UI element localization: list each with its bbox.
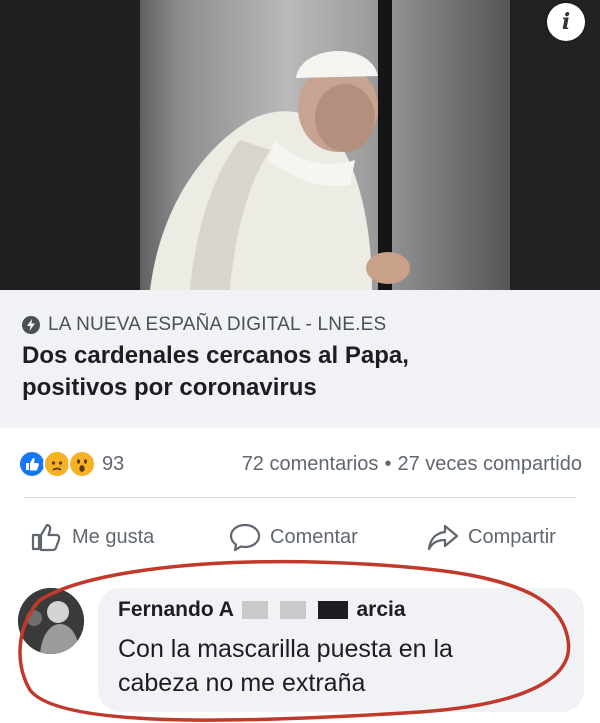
wow-reaction-icon [68,450,96,478]
lightning-bolt-icon [22,316,40,334]
pope-photo-illustration [0,0,600,290]
avatar-illustration [18,588,84,654]
comment-line-2: cabeza no me extraña [118,669,366,697]
stats-right: 72 comentarios • 27 veces compartido [242,453,582,476]
share-button[interactable]: Compartir [426,514,556,560]
redacted-block [317,601,348,620]
like-label: Me gusta [72,525,155,548]
reaction-icons[interactable] [18,447,104,481]
author-name-start: Fernando A [118,598,234,621]
shares-count[interactable]: 27 veces compartido [397,453,582,476]
thumbs-up-icon [31,523,61,552]
comment-line-1: Con la mascarilla puesta en la [118,635,453,663]
divider [24,497,576,498]
commenter-avatar[interactable] [18,588,84,654]
info-button[interactable]: i [547,3,585,41]
share-label: Compartir [468,525,556,548]
headline-line-1: Dos cardenales cercanos al Papa, [22,342,409,369]
post-photo[interactable]: i [0,0,600,290]
comment-author[interactable]: Fernando A arcia [118,598,406,622]
headline-line-2: positivos por coronavirus [22,374,317,401]
comment-bubble: Fernando A arcia Con la mascarilla puest… [98,588,584,712]
redacted-block [241,601,268,620]
author-name-end: arcia [356,598,406,621]
comment-button[interactable]: Comentar [228,514,358,560]
stats-separator: • [384,452,392,475]
action-bar: Me gusta Comentar Compartir [0,514,600,560]
link-source-label: LA NUEVA ESPAÑA DIGITAL - LNE.ES [48,314,387,335]
reaction-count[interactable]: 93 [102,453,124,476]
post-stats: 93 72 comentarios • 27 veces compartido [0,444,600,484]
comment-icon [229,523,261,552]
comment-text: Con la mascarilla puesta en la cabeza no… [118,632,568,700]
sad-reaction-icon [43,450,71,478]
link-preview[interactable]: LA NUEVA ESPAÑA DIGITAL - LNE.ES Dos car… [0,290,600,428]
share-arrow-icon [427,524,459,551]
like-reaction-icon [18,450,46,478]
comments-count[interactable]: 72 comentarios [242,453,379,476]
comment-label: Comentar [270,525,358,548]
info-icon: i [561,9,571,35]
link-headline[interactable]: Dos cardenales cercanos al Papa, positiv… [22,340,582,404]
redacted-block [279,601,306,620]
like-button[interactable]: Me gusta [30,514,154,560]
link-source: LA NUEVA ESPAÑA DIGITAL - LNE.ES [22,314,386,336]
